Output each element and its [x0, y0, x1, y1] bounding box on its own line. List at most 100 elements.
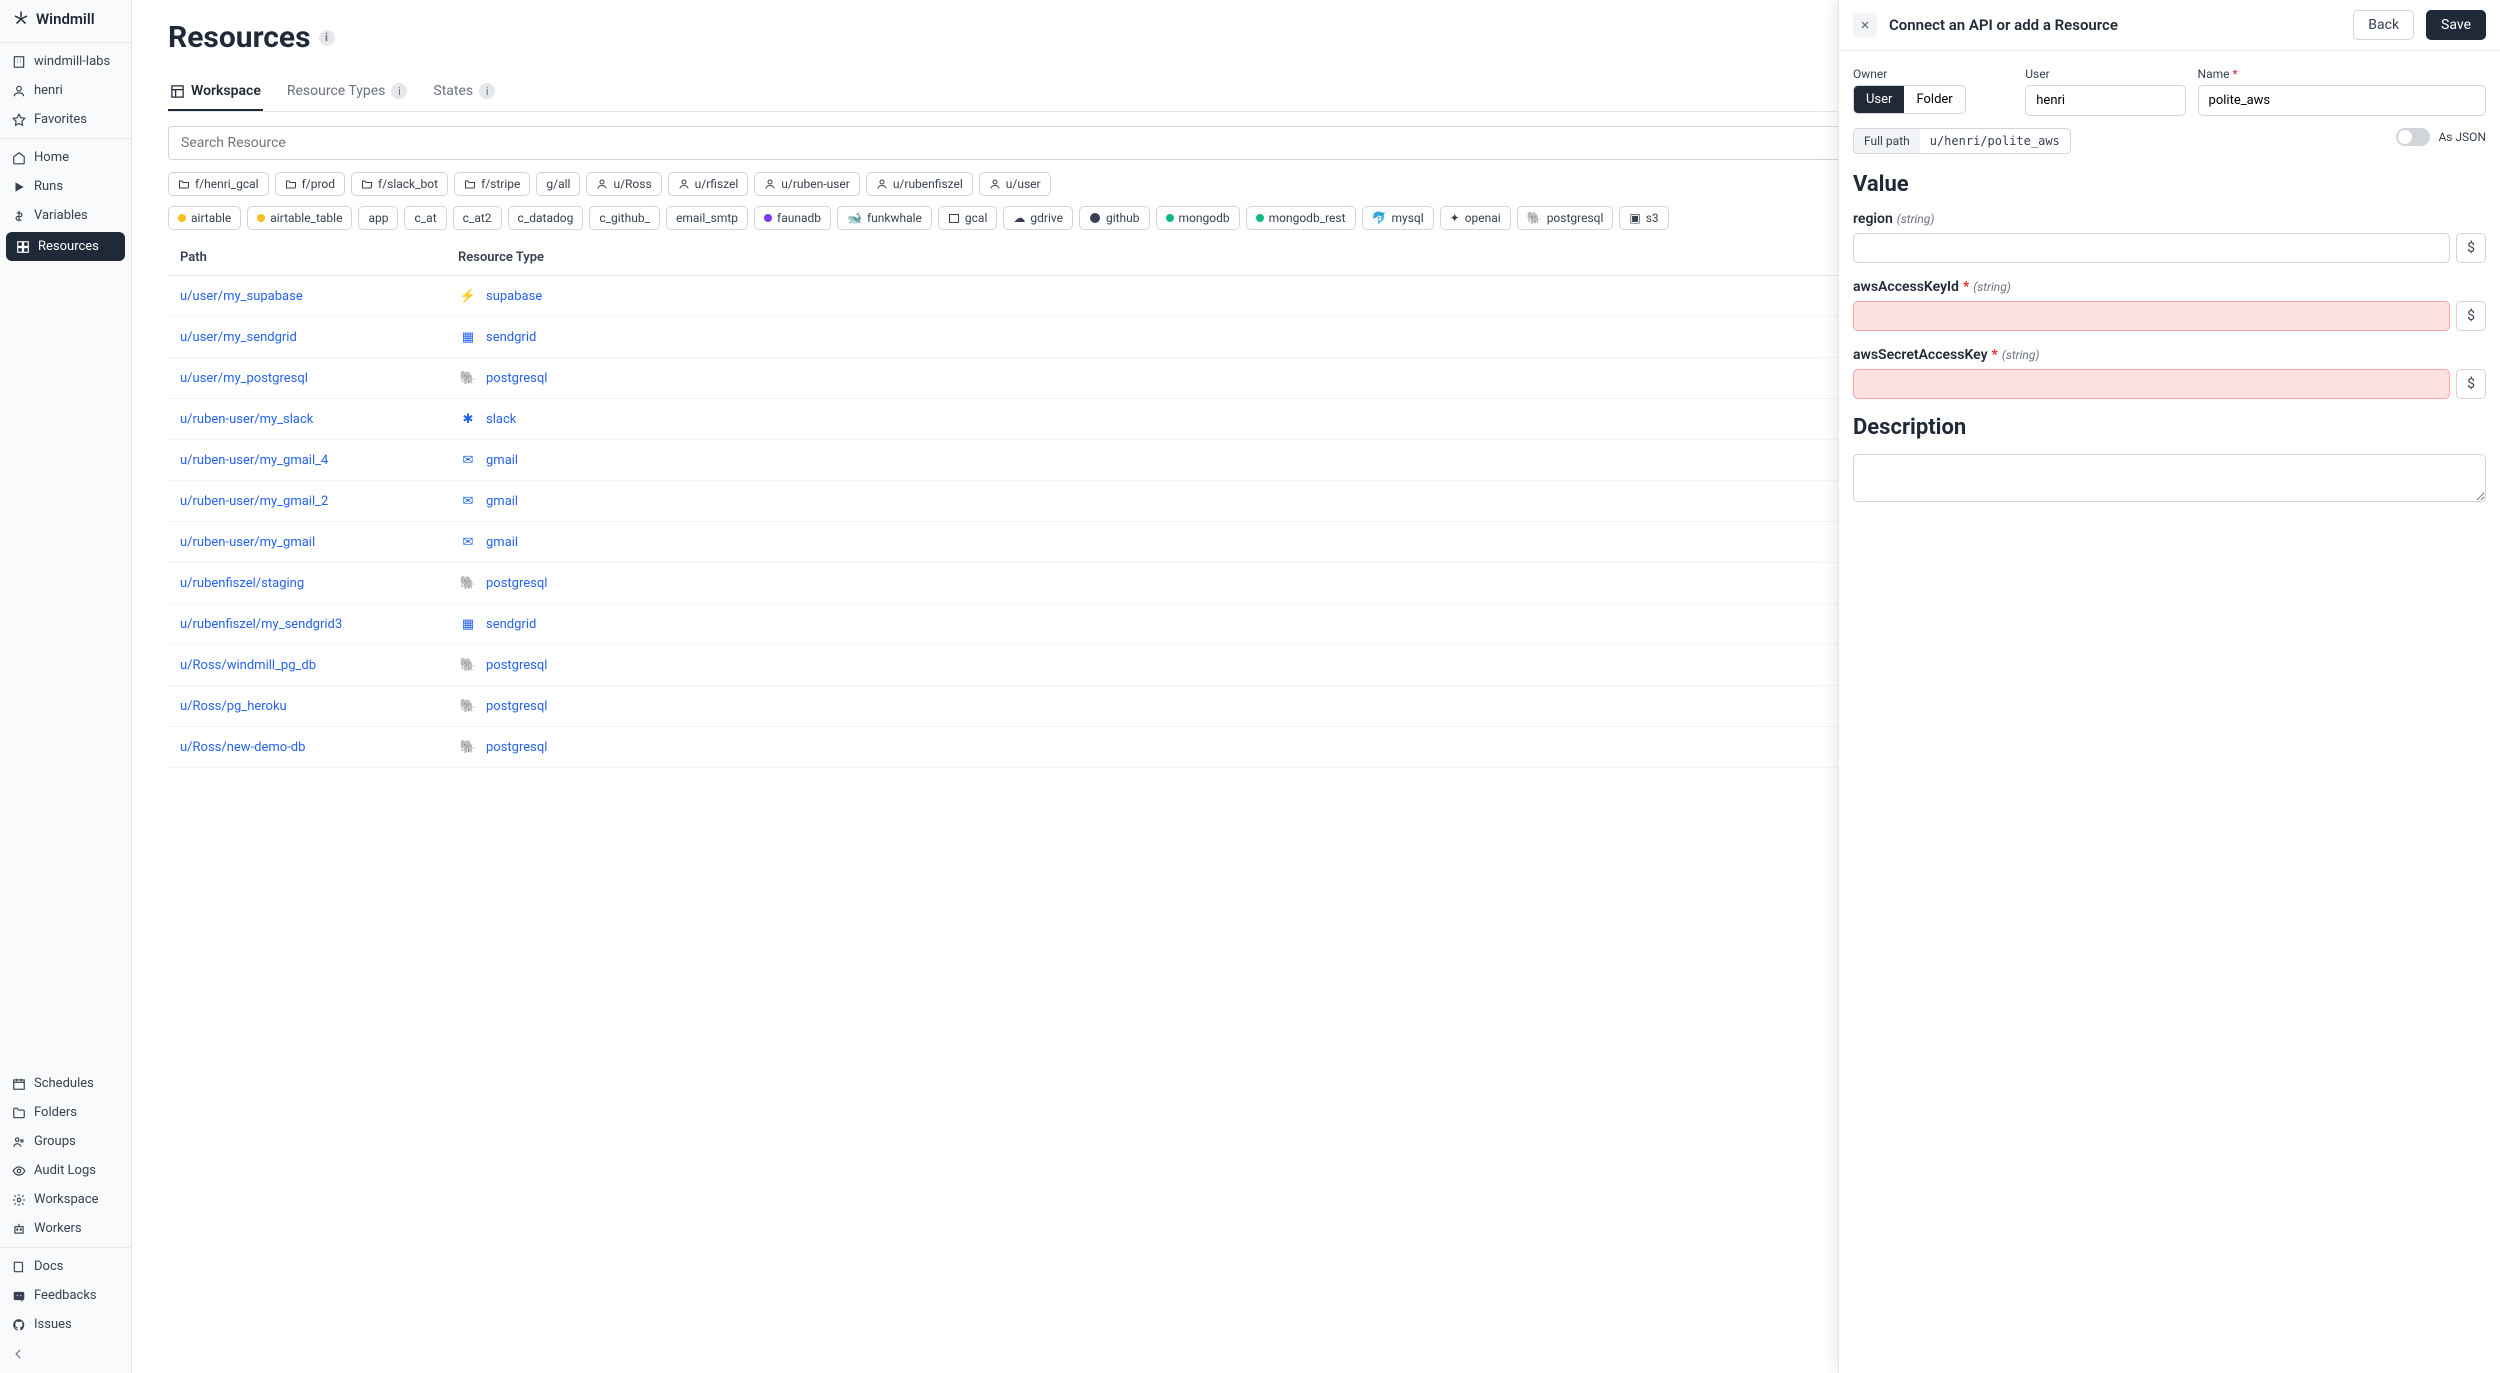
- tab-states[interactable]: States i: [431, 73, 497, 111]
- drawer-body: Owner User Folder User Name * Full path …: [1839, 51, 2500, 1373]
- nav-runs-label: Runs: [34, 179, 63, 194]
- field-label-region: region (string): [1853, 211, 2486, 227]
- resource-path[interactable]: u/ruben-user/my_slack: [180, 412, 458, 427]
- tab-workspace[interactable]: Workspace: [168, 73, 263, 111]
- filter-user[interactable]: u/ruben-user: [754, 172, 860, 196]
- resource-path[interactable]: u/Ross/pg_heroku: [180, 699, 458, 714]
- filter-user[interactable]: u/Ross: [586, 172, 661, 196]
- resource-path[interactable]: u/ruben-user/my_gmail_2: [180, 494, 458, 509]
- filter-type[interactable]: ✦openai: [1440, 206, 1511, 230]
- filter-user[interactable]: u/rfiszel: [668, 172, 749, 196]
- resource-path[interactable]: u/rubenfiszel/staging: [180, 576, 458, 591]
- nav-schedules[interactable]: Schedules: [0, 1069, 131, 1098]
- filter-type[interactable]: airtable: [168, 206, 241, 230]
- nav-workers-label: Workers: [34, 1221, 82, 1236]
- boxes-icon: [16, 240, 30, 254]
- sidebar-favorites[interactable]: Favorites: [0, 105, 131, 134]
- filter-folder[interactable]: f/prod: [275, 172, 345, 196]
- resource-path[interactable]: u/ruben-user/my_gmail: [180, 535, 458, 550]
- nav-issues[interactable]: Issues: [0, 1310, 131, 1339]
- filter-type[interactable]: gcal: [938, 206, 997, 230]
- filter-type[interactable]: 🐬mysql: [1362, 206, 1434, 230]
- filter-user[interactable]: u/rubenfiszel: [866, 172, 973, 196]
- folder-icon: [12, 1106, 26, 1120]
- user-icon: [12, 84, 26, 98]
- resource-type-label: postgresql: [486, 740, 547, 755]
- nav-docs[interactable]: Docs: [0, 1252, 131, 1281]
- resource-type-label: gmail: [486, 494, 518, 509]
- nav-resources[interactable]: Resources: [6, 232, 125, 261]
- filter-folder[interactable]: f/stripe: [454, 172, 530, 196]
- owner-kind-folder[interactable]: Folder: [1904, 86, 1964, 113]
- filter-type[interactable]: email_smtp: [666, 206, 748, 230]
- filter-type[interactable]: c_datadog: [508, 206, 584, 230]
- accesskey-var-button[interactable]: $: [2456, 301, 2486, 331]
- tab-resource-types[interactable]: Resource Types i: [285, 73, 410, 111]
- filter-folder[interactable]: f/slack_bot: [351, 172, 448, 196]
- save-button[interactable]: Save: [2426, 10, 2486, 40]
- description-input[interactable]: [1853, 454, 2486, 502]
- back-button[interactable]: Back: [2353, 10, 2414, 40]
- filter-type[interactable]: mongodb: [1156, 206, 1240, 230]
- nav-folders[interactable]: Folders: [0, 1098, 131, 1127]
- filter-group[interactable]: g/all: [536, 172, 580, 196]
- secretkey-var-button[interactable]: $: [2456, 369, 2486, 399]
- info-icon[interactable]: i: [319, 30, 335, 46]
- nav-workers[interactable]: Workers: [0, 1214, 131, 1243]
- filter-type[interactable]: faunadb: [754, 206, 831, 230]
- resource-type-label: slack: [486, 412, 516, 427]
- resource-path[interactable]: u/ruben-user/my_gmail_4: [180, 453, 458, 468]
- nav-groups[interactable]: Groups: [0, 1127, 131, 1156]
- user-input[interactable]: [2025, 85, 2185, 116]
- resource-path[interactable]: u/Ross/windmill_pg_db: [180, 658, 458, 673]
- folder-icon: [178, 178, 190, 190]
- nav-home[interactable]: Home: [0, 143, 131, 172]
- resource-path[interactable]: u/user/my_postgresql: [180, 371, 458, 386]
- filter-type[interactable]: 🐘postgresql: [1517, 206, 1614, 230]
- resource-type-label: postgresql: [486, 658, 547, 673]
- description-section-title: Description: [1853, 415, 2486, 440]
- user-menu[interactable]: henri: [0, 76, 131, 105]
- owner-kind-toggle: User Folder: [1853, 85, 1966, 114]
- resource-path[interactable]: u/Ross/new-demo-db: [180, 740, 458, 755]
- gmail-icon: ✉: [458, 532, 478, 552]
- nav-runs[interactable]: Runs: [0, 172, 131, 201]
- filter-type[interactable]: github: [1079, 206, 1150, 230]
- close-button[interactable]: [1853, 13, 1877, 37]
- owner-kind-user[interactable]: User: [1854, 86, 1904, 113]
- accesskey-input[interactable]: [1853, 301, 2450, 331]
- resource-path[interactable]: u/user/my_sendgrid: [180, 330, 458, 345]
- resource-path[interactable]: u/rubenfiszel/my_sendgrid3: [180, 617, 458, 632]
- name-input[interactable]: [2198, 85, 2486, 116]
- filter-type[interactable]: ▣s3: [1619, 206, 1668, 230]
- close-icon: [1859, 19, 1871, 31]
- app-logo[interactable]: Windmill: [0, 0, 131, 38]
- json-switch[interactable]: [2396, 128, 2430, 146]
- nav-workspace-settings[interactable]: Workspace: [0, 1185, 131, 1214]
- filter-folder[interactable]: f/henri_gcal: [168, 172, 269, 196]
- filter-type[interactable]: ☁gdrive: [1003, 206, 1073, 230]
- nav-groups-label: Groups: [34, 1134, 76, 1149]
- filter-type[interactable]: mongodb_rest: [1246, 206, 1356, 230]
- nav-audit[interactable]: Audit Logs: [0, 1156, 131, 1185]
- filter-type[interactable]: airtable_table: [247, 206, 352, 230]
- filter-type[interactable]: app: [358, 206, 398, 230]
- owner-label: Owner: [1853, 67, 2013, 81]
- region-input[interactable]: [1853, 233, 2450, 263]
- filter-type[interactable]: c_github_: [589, 206, 660, 230]
- filter-type[interactable]: 🐋funkwhale: [837, 206, 932, 230]
- gmail-icon: ✉: [458, 450, 478, 470]
- secretkey-input[interactable]: [1853, 369, 2450, 399]
- nav-feedbacks[interactable]: Feedbacks: [0, 1281, 131, 1310]
- workspace-selector[interactable]: windmill-labs: [0, 47, 131, 76]
- slack-icon: ✱: [458, 409, 478, 429]
- filter-type[interactable]: c_at: [404, 206, 446, 230]
- collapse-sidebar-button[interactable]: [0, 1339, 131, 1373]
- region-var-button[interactable]: $: [2456, 233, 2486, 263]
- nav-resources-label: Resources: [38, 239, 99, 254]
- filter-user[interactable]: u/user: [979, 172, 1051, 196]
- book-icon: [12, 1260, 26, 1274]
- nav-variables[interactable]: Variables: [0, 201, 131, 230]
- filter-type[interactable]: c_at2: [453, 206, 502, 230]
- resource-path[interactable]: u/user/my_supabase: [180, 289, 458, 304]
